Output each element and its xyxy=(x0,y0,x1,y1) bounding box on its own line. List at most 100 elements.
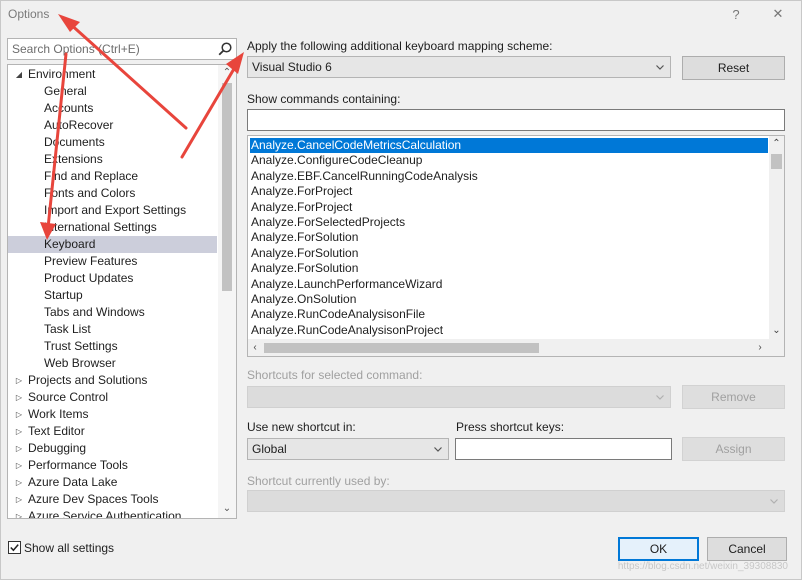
tree-item[interactable]: Accounts xyxy=(8,100,217,117)
scroll-down-icon[interactable]: ⌄ xyxy=(769,323,784,339)
tree-item-label: Projects and Solutions xyxy=(28,373,148,387)
scroll-left-icon[interactable]: ‹ xyxy=(248,339,262,356)
show-all-settings-label[interactable]: Show all settings xyxy=(24,541,114,555)
shortcuts-dropdown[interactable] xyxy=(247,386,671,408)
expanded-triangle-icon[interactable]: ◢ xyxy=(14,66,24,83)
commands-hscroll-thumb[interactable] xyxy=(264,343,539,353)
tree-item[interactable]: International Settings xyxy=(8,219,217,236)
search-input[interactable] xyxy=(8,39,212,59)
scroll-down-icon[interactable]: ⌄ xyxy=(218,501,236,517)
tree-item[interactable]: Preview Features xyxy=(8,253,217,270)
commands-filter-input[interactable] xyxy=(248,110,784,130)
command-item[interactable]: Analyze.ForSelectedProjects xyxy=(250,215,768,230)
tree-item[interactable]: ▷ Debugging xyxy=(8,440,217,457)
tree-item[interactable]: Fonts and Colors xyxy=(8,185,217,202)
command-item[interactable]: Analyze.RunCodeAnalysisonFile xyxy=(250,307,768,322)
tree-item[interactable]: Tabs and Windows xyxy=(8,304,217,321)
show-commands-label: Show commands containing: xyxy=(247,92,401,106)
collapsed-triangle-icon[interactable]: ▷ xyxy=(14,491,24,508)
tree-item[interactable]: ▷ Source Control xyxy=(8,389,217,406)
collapsed-triangle-icon[interactable]: ▷ xyxy=(14,508,24,518)
tree-item[interactable]: Trust Settings xyxy=(8,338,217,355)
tree-item[interactable]: ▷ Performance Tools xyxy=(8,457,217,474)
command-item[interactable]: Analyze.ForSolution xyxy=(250,230,768,245)
tree-item-label: Accounts xyxy=(44,101,94,115)
cancel-button[interactable]: Cancel xyxy=(707,537,787,561)
tree-item[interactable]: ▷ Text Editor xyxy=(8,423,217,440)
mapping-scheme-dropdown[interactable]: Visual Studio 6 xyxy=(247,56,671,78)
window-title: Options xyxy=(8,7,50,21)
chevron-down-icon xyxy=(656,395,664,400)
command-item[interactable]: Analyze.OnSolution xyxy=(250,292,768,307)
scroll-up-icon[interactable]: ⌃ xyxy=(769,136,784,152)
assign-button[interactable]: Assign xyxy=(682,437,785,461)
commands-vscroll-thumb[interactable] xyxy=(771,154,782,169)
tree-item[interactable]: General xyxy=(8,83,217,100)
tree-item-label: Web Browser xyxy=(44,356,116,370)
command-item[interactable]: Analyze.ForSolution xyxy=(250,246,768,261)
tree-item-label: Source Control xyxy=(28,390,109,404)
commands-vscrollbar[interactable]: ⌃ ⌄ xyxy=(769,136,784,339)
tree-item[interactable]: Startup xyxy=(8,287,217,304)
scroll-up-icon[interactable]: ⌃ xyxy=(218,65,236,81)
tree-item[interactable]: Find and Replace xyxy=(8,168,217,185)
commands-hscrollbar[interactable]: ‹ › xyxy=(248,339,769,356)
command-item[interactable]: Analyze.ForProject xyxy=(250,184,768,199)
show-all-settings-checkbox[interactable] xyxy=(8,541,21,554)
tree-item[interactable]: Product Updates xyxy=(8,270,217,287)
command-item[interactable]: Analyze.CancelCodeMetricsCalculation xyxy=(250,138,768,154)
remove-button[interactable]: Remove xyxy=(682,385,785,409)
tree-scroll-thumb[interactable] xyxy=(222,83,232,291)
command-item[interactable]: Analyze.ConfigureCodeCleanup xyxy=(250,153,768,168)
tree-item[interactable]: Task List xyxy=(8,321,217,338)
tree-item[interactable]: ▷ Projects and Solutions xyxy=(8,372,217,389)
tree-item-label: Product Updates xyxy=(44,271,134,285)
tree-item[interactable]: Web Browser xyxy=(8,355,217,372)
tree-item[interactable]: Keyboard xyxy=(8,236,217,253)
tree-item[interactable]: ◢ Environment xyxy=(8,66,217,83)
help-button[interactable]: ? xyxy=(722,3,750,25)
reset-button[interactable]: Reset xyxy=(682,56,785,80)
close-button[interactable]: ✕ xyxy=(764,3,792,25)
tree-item[interactable]: AutoRecover xyxy=(8,117,217,134)
tree-item-label: Debugging xyxy=(28,441,87,455)
use-shortcut-in-dropdown[interactable]: Global xyxy=(247,438,449,460)
tree-item-label: Find and Replace xyxy=(44,169,139,183)
collapsed-triangle-icon[interactable]: ▷ xyxy=(14,474,24,491)
command-item[interactable]: Analyze.ForProject xyxy=(250,200,768,215)
search-box xyxy=(7,38,237,60)
watermark-text: https://blog.csdn.net/weixin_39308830 xyxy=(617,561,788,572)
press-keys-label: Press shortcut keys: xyxy=(456,420,565,434)
tree-item-label: AutoRecover xyxy=(44,118,114,132)
collapsed-triangle-icon[interactable]: ▷ xyxy=(14,406,24,423)
collapsed-triangle-icon[interactable]: ▷ xyxy=(14,423,24,440)
command-item[interactable]: Analyze.ForSolution xyxy=(250,261,768,276)
arrowhead-icon xyxy=(58,14,80,32)
commands-list: Analyze.CancelCodeMetricsCalculation Anal… xyxy=(247,135,785,357)
tree-item[interactable]: ▷ Azure Service Authentication xyxy=(8,508,217,518)
press-keys-box xyxy=(455,438,672,460)
tree-item[interactable]: ▷ Azure Dev Spaces Tools xyxy=(8,491,217,508)
press-keys-input[interactable] xyxy=(456,439,671,459)
collapsed-triangle-icon[interactable]: ▷ xyxy=(14,440,24,457)
command-item[interactable]: Analyze.EBF.CancelRunningCodeAnalysis xyxy=(250,169,768,184)
ok-button[interactable]: OK xyxy=(618,537,699,561)
tree-item[interactable]: Extensions xyxy=(8,151,217,168)
used-by-dropdown[interactable] xyxy=(247,490,785,512)
collapsed-triangle-icon[interactable]: ▷ xyxy=(14,372,24,389)
tree-item[interactable]: ▷ Work Items xyxy=(8,406,217,423)
tree-item-label: Environment xyxy=(28,67,96,81)
scroll-right-icon[interactable]: › xyxy=(753,339,767,356)
search-icon[interactable] xyxy=(217,41,233,57)
tree-scrollbar[interactable]: ⌃ ⌄ xyxy=(218,65,236,518)
command-item[interactable]: Analyze.LaunchPerformanceWizard xyxy=(250,277,768,292)
mapping-scheme-value: Visual Studio 6 xyxy=(252,60,332,74)
tree-item[interactable]: ▷ Azure Data Lake xyxy=(8,474,217,491)
chevron-down-icon xyxy=(656,65,664,70)
collapsed-triangle-icon[interactable]: ▷ xyxy=(14,389,24,406)
checkmark-icon xyxy=(10,544,19,552)
command-item[interactable]: Analyze.RunCodeAnalysisonProject xyxy=(250,323,768,338)
tree-item[interactable]: Documents xyxy=(8,134,217,151)
tree-item[interactable]: Import and Export Settings xyxy=(8,202,217,219)
collapsed-triangle-icon[interactable]: ▷ xyxy=(14,457,24,474)
